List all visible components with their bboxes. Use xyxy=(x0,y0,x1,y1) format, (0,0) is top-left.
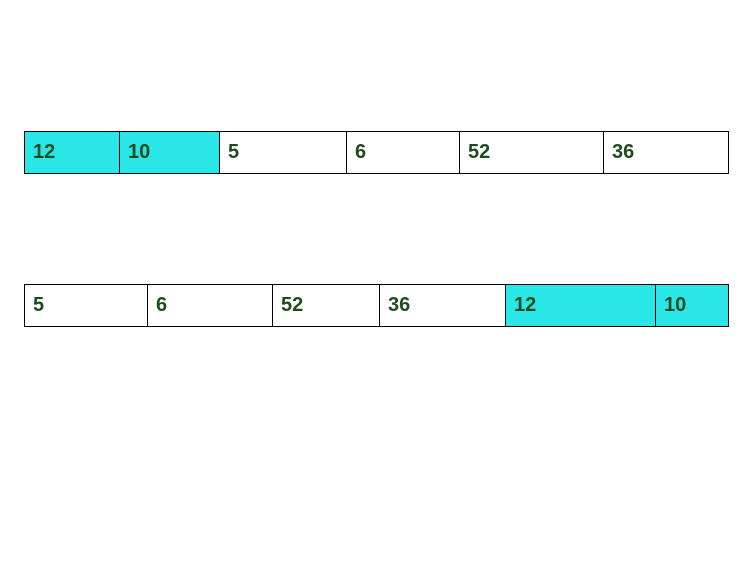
array-cell: 10 xyxy=(120,132,220,173)
array-cell: 6 xyxy=(148,285,273,326)
array-cell: 12 xyxy=(506,285,656,326)
array-cell: 36 xyxy=(604,132,728,173)
array-cell: 52 xyxy=(460,132,604,173)
array-cell: 5 xyxy=(25,285,148,326)
array-cell: 12 xyxy=(25,132,120,173)
array-cell: 10 xyxy=(656,285,728,326)
array-row-1: 12 10 5 6 52 36 xyxy=(24,131,729,174)
array-cell: 5 xyxy=(220,132,347,173)
array-row-2: 5 6 52 36 12 10 xyxy=(24,284,729,327)
array-cell: 6 xyxy=(347,132,460,173)
array-cell: 36 xyxy=(380,285,506,326)
array-cell: 52 xyxy=(273,285,380,326)
